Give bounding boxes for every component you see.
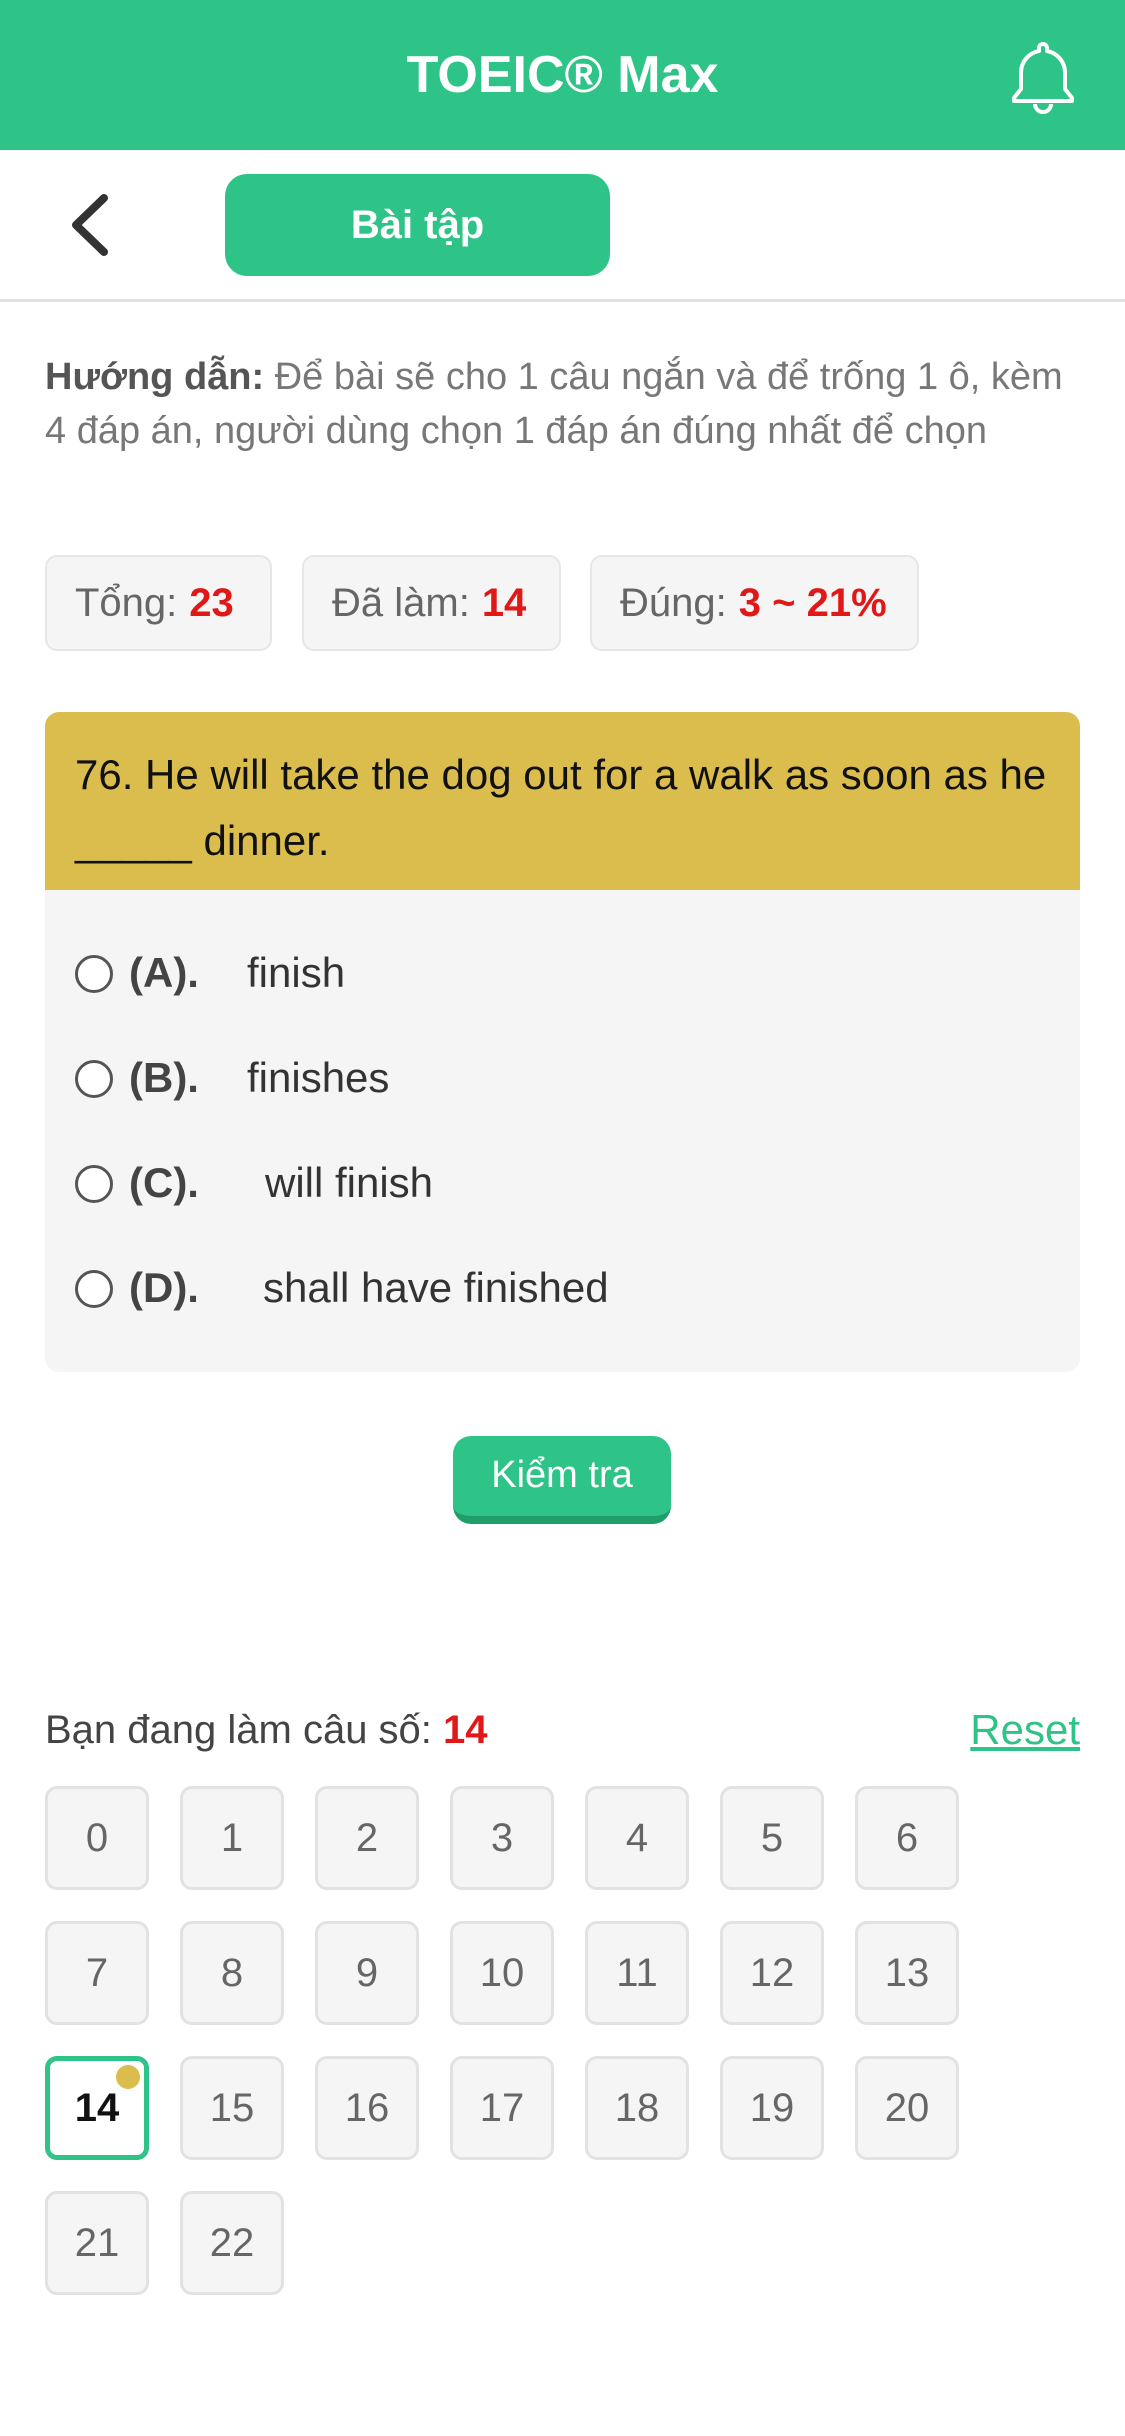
option-text: finishes <box>247 1054 390 1101</box>
question-number-label: 8 <box>220 1951 244 1995</box>
stat-correct-value: 3 ~ 21% <box>738 581 887 625</box>
stat-total-value: 23 <box>189 581 234 625</box>
question-number-label: 22 <box>209 2221 255 2265</box>
question-number-label: 18 <box>614 2086 660 2130</box>
question-number-label: 17 <box>479 2086 525 2130</box>
instructions-label: Hướng dẫn: <box>45 356 265 398</box>
question-number-button[interactable]: 13 <box>855 1921 959 2025</box>
current-question-number: 14 <box>443 1708 488 1752</box>
option-a[interactable]: (A). finish <box>75 938 1055 1008</box>
bell-icon[interactable] <box>1005 38 1081 114</box>
question-number-button[interactable]: 19 <box>720 2056 824 2160</box>
check-button[interactable]: Kiểm tra <box>453 1436 671 1524</box>
question-number-label: 10 <box>479 1951 525 1995</box>
question-number-button[interactable]: 9 <box>315 1921 419 2025</box>
question-number-button[interactable]: 12 <box>720 1921 824 2025</box>
question-number-label: 0 <box>85 1816 109 1860</box>
option-label: (D). <box>129 1264 199 1311</box>
question-number-button[interactable]: 21 <box>45 2191 149 2295</box>
app-header: TOEIC® Max <box>0 0 1125 150</box>
stat-done-value: 14 <box>481 581 527 625</box>
current-question-label: Bạn đang làm câu số: <box>45 1708 432 1752</box>
question-number-button[interactable]: 4 <box>585 1786 689 1890</box>
stat-correct-label: Đúng: <box>620 581 727 625</box>
question-number-button[interactable]: 1 <box>180 1786 284 1890</box>
stat-done: Đã làm: 14 <box>302 555 561 651</box>
tab-exercise[interactable]: Bài tập <box>225 174 610 276</box>
question-number-button[interactable]: 6 <box>855 1786 959 1890</box>
option-label: (B). <box>129 1054 199 1101</box>
question-number-button[interactable]: 17 <box>450 2056 554 2160</box>
radio-icon[interactable] <box>75 955 113 993</box>
question-card: 76. He will take the dog out for a walk … <box>45 712 1080 1372</box>
option-c[interactable]: (C). will finish <box>75 1148 1055 1218</box>
question-number-label: 11 <box>616 1951 658 1995</box>
question-number-label: 2 <box>355 1816 379 1860</box>
question-number-button[interactable]: 3 <box>450 1786 554 1890</box>
question-number-button[interactable]: 2 <box>315 1786 419 1890</box>
question-number-button[interactable]: 11 <box>585 1921 689 2025</box>
question-number-button[interactable]: 15 <box>180 2056 284 2160</box>
question-number-button[interactable]: 0 <box>45 1786 149 1890</box>
question-number-label: 9 <box>355 1951 379 1995</box>
stat-total-label: Tổng: <box>75 581 178 625</box>
option-text: will finish <box>265 1159 434 1206</box>
stat-done-label: Đã làm: <box>332 581 470 625</box>
question-number-button[interactable]: 5 <box>720 1786 824 1890</box>
question-number-label: 19 <box>749 2086 795 2130</box>
question-number-button[interactable]: 22 <box>180 2191 284 2295</box>
question-number-label: 12 <box>749 1951 795 1995</box>
question-number-label: 13 <box>884 1951 930 1995</box>
option-label: (C). <box>129 1159 199 1206</box>
question-number-label: 3 <box>490 1816 514 1860</box>
question-number-button[interactable]: 10 <box>450 1921 554 2025</box>
question-text: 76. He will take the dog out for a walk … <box>45 712 1080 890</box>
question-number-label: 14 <box>74 2086 120 2130</box>
question-number-label: 21 <box>74 2221 120 2265</box>
question-number-label: 20 <box>884 2086 930 2130</box>
question-number-button[interactable]: 20 <box>855 2056 959 2160</box>
option-d[interactable]: (D). shall have finished <box>75 1253 1055 1323</box>
option-text: shall have finished <box>263 1264 609 1311</box>
current-question: Bạn đang làm câu số: 14 <box>45 1700 488 1760</box>
chevron-left-icon[interactable] <box>60 190 120 260</box>
question-number-button[interactable]: 8 <box>180 1921 284 2025</box>
current-dot-icon <box>116 2065 140 2089</box>
question-number-label: 5 <box>760 1816 784 1860</box>
option-b[interactable]: (B). finishes <box>75 1043 1055 1113</box>
question-number-label: 6 <box>895 1816 919 1860</box>
option-label: (A). <box>129 949 199 996</box>
stat-correct: Đúng: 3 ~ 21% <box>590 555 919 651</box>
question-number-label: 1 <box>220 1816 244 1860</box>
stat-total: Tổng: 23 <box>45 555 272 651</box>
radio-icon[interactable] <box>75 1165 113 1203</box>
question-number-label: 7 <box>85 1951 109 1995</box>
question-number-button[interactable]: 7 <box>45 1921 149 2025</box>
instructions: Hướng dẫn: Để bài sẽ cho 1 câu ngắn và đ… <box>45 350 1080 458</box>
question-number-button[interactable]: 18 <box>585 2056 689 2160</box>
radio-icon[interactable] <box>75 1060 113 1098</box>
question-number-label: 15 <box>209 2086 255 2130</box>
app-title: TOEIC® Max <box>406 46 719 104</box>
option-text: finish <box>247 949 346 996</box>
sub-toolbar: Bài tập <box>0 150 1125 302</box>
question-number-label: 16 <box>344 2086 390 2130</box>
question-number-button[interactable]: 14 <box>45 2056 149 2160</box>
question-number-label: 4 <box>625 1816 649 1860</box>
question-number-button[interactable]: 16 <box>315 2056 419 2160</box>
radio-icon[interactable] <box>75 1270 113 1308</box>
reset-link[interactable]: Reset <box>970 1700 1080 1760</box>
